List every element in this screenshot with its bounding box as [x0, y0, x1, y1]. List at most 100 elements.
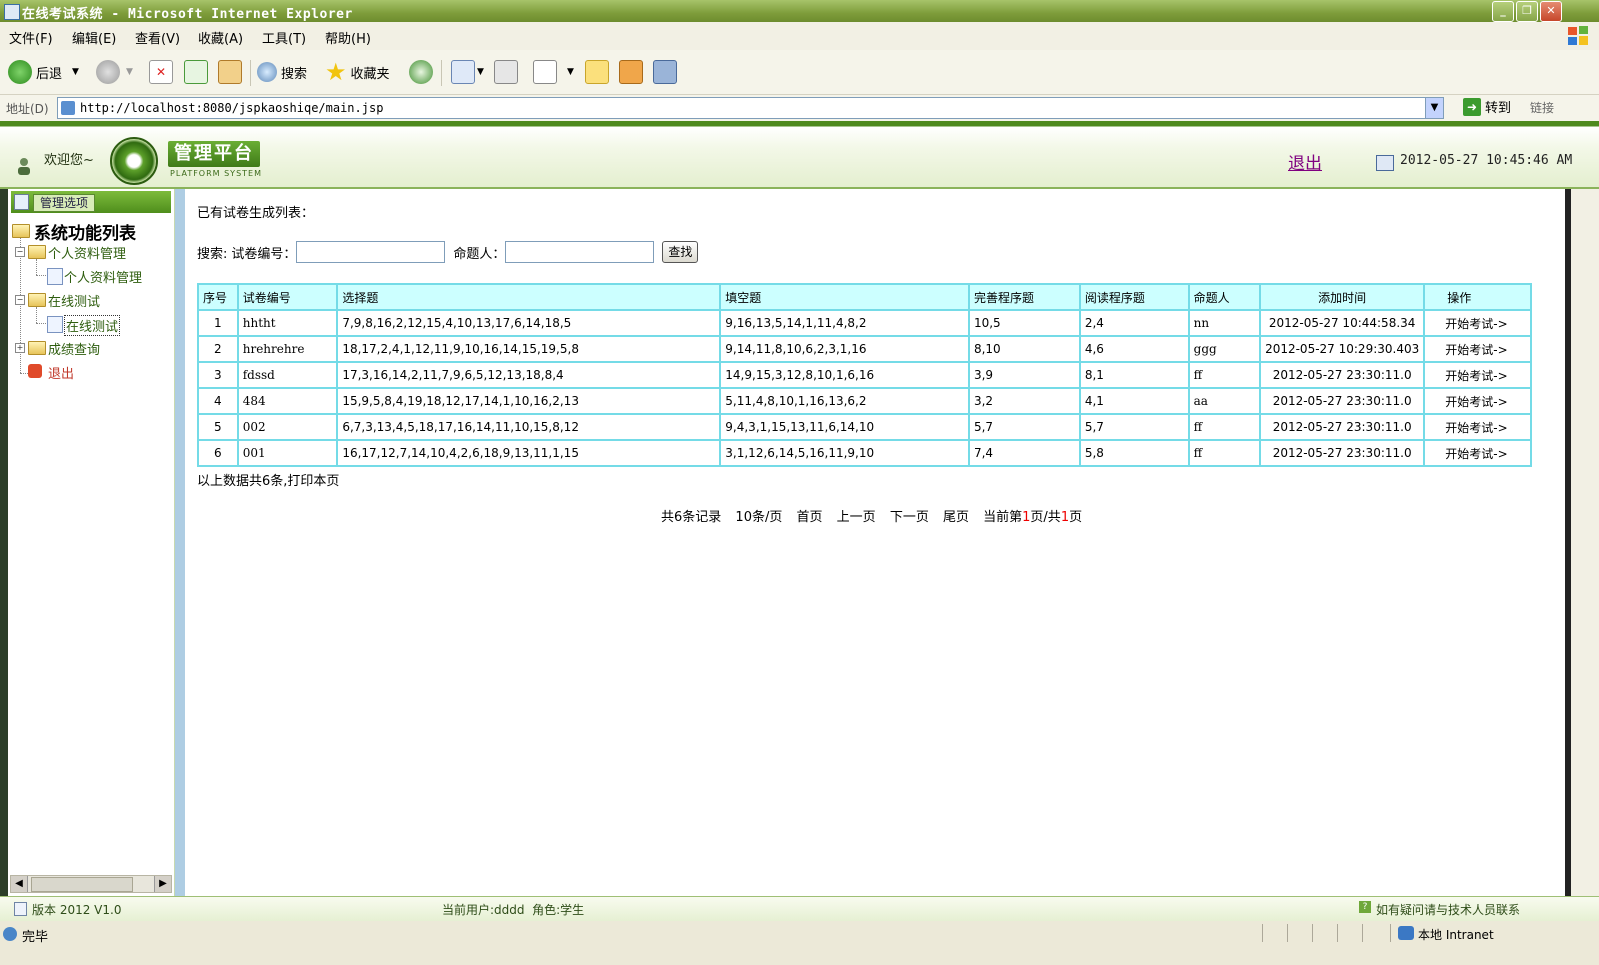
table-cell: 3,9 [967, 361, 1081, 389]
per-page: 10条/页 [735, 510, 783, 525]
stop-button[interactable]: ✕ [149, 58, 173, 86]
address-input[interactable]: http://localhost:8080/jspkaoshiqe/main.j… [57, 97, 1444, 119]
author-input[interactable] [505, 241, 655, 263]
table-cell: 8,1 [1078, 361, 1190, 389]
refresh-button[interactable] [184, 58, 208, 86]
go-button[interactable]: ➜ 转到 [1463, 97, 1511, 116]
expand-icon[interactable]: + [15, 343, 25, 353]
table-cell: 10,5 [967, 309, 1081, 337]
ie-page-icon [4, 4, 20, 20]
tree-item-online-test-active[interactable]: 在线测试 [64, 315, 121, 336]
toolbar-separator [250, 60, 251, 86]
tree-line [36, 275, 46, 276]
back-button[interactable]: 后退 ▼ [8, 58, 79, 86]
mail-button[interactable]: ▼ [451, 58, 484, 86]
address-url[interactable]: http://localhost:8080/jspkaoshiqe/main.j… [80, 101, 383, 115]
tree-item-online-test[interactable]: 在线测试 [48, 291, 100, 310]
tree-item-profile[interactable]: 个人资料管理 [48, 243, 126, 262]
minimize-button[interactable]: _ [1492, 1, 1514, 22]
menu-tools[interactable]: 工具(T) [262, 28, 306, 47]
table-cell: 4,1 [1078, 387, 1190, 415]
welcome-text: 欢迎您~ [44, 153, 94, 168]
start-exam-link[interactable]: 开始考试-> [1423, 335, 1532, 363]
table-cell: ff [1187, 361, 1262, 389]
menu-favorites[interactable]: 收藏(A) [198, 28, 243, 47]
table-cell: 18,17,2,4,1,12,11,9,10,16,14,15,19,5,8 [336, 335, 722, 363]
table-cell: 002 [236, 413, 339, 441]
table-row: 3 fdssd 17,3,16,14,2,11,7,9,6,5,12,13,18,8… [197, 361, 1532, 389]
history-button[interactable] [409, 58, 433, 86]
start-exam-link[interactable]: 开始考试-> [1423, 387, 1532, 415]
status-separator [1390, 924, 1391, 942]
table-cell: 2012-05-27 23:30:11.0 [1259, 413, 1426, 441]
current-suffix: 页 [1069, 510, 1083, 525]
research-button[interactable] [619, 58, 643, 86]
forward-dropdown-icon[interactable]: ▼ [126, 67, 133, 77]
table-cell: 8,10 [967, 335, 1081, 363]
table-cell: 5,11,4,8,10,1,16,13,6,2 [719, 387, 970, 415]
address-dropdown-icon[interactable]: ▼ [1425, 98, 1443, 118]
find-button[interactable]: 查找 [662, 241, 699, 263]
next-page-link[interactable]: 下一页 [890, 510, 929, 525]
sidebar: 管理选项 系统功能列表 − 个人资料管理 个人资料管理 − 在线测试 在线测试 … [8, 189, 175, 896]
scroll-right-icon[interactable]: ▶ [154, 876, 171, 892]
start-exam-link[interactable]: 开始考试-> [1423, 309, 1532, 337]
home-button[interactable] [218, 58, 242, 86]
table-cell: 001 [236, 439, 339, 467]
scroll-thumb[interactable] [31, 877, 133, 892]
search-icon [257, 62, 277, 82]
table-cell: 3,2 [967, 387, 1081, 415]
edit-button[interactable]: ▼ [533, 58, 574, 86]
prev-page-link[interactable]: 上一页 [837, 510, 876, 525]
collapse-icon[interactable]: − [15, 295, 25, 305]
sidebar-tab[interactable]: 管理选项 [11, 191, 171, 213]
sidebar-horizontal-scrollbar[interactable]: ◀ ▶ [10, 875, 172, 893]
first-page-link[interactable]: 首页 [797, 510, 823, 525]
frame-divider[interactable] [175, 189, 185, 896]
menu-view[interactable]: 查看(V) [135, 28, 180, 47]
messenger-button[interactable] [653, 58, 677, 86]
sidebar-tab-label: 管理选项 [33, 194, 96, 212]
main-content: 已有试卷生成列表： 搜索: 试卷编号： 命题人： 查找 序号 试卷编号 选择题 … [185, 189, 1565, 896]
start-exam-link[interactable]: 开始考试-> [1423, 413, 1532, 441]
paper-id-input[interactable] [296, 241, 446, 263]
intranet-zone-icon [1398, 926, 1414, 940]
restore-button[interactable]: ❐ [1516, 1, 1538, 22]
close-button[interactable]: ✕ [1540, 1, 1562, 22]
document-edit-icon [47, 316, 63, 333]
favorites-button[interactable]: ★ 收藏夹 [325, 58, 390, 86]
print-button[interactable] [494, 58, 518, 86]
sidebar-title: 系统功能列表 [34, 224, 136, 244]
scroll-left-icon[interactable]: ◀ [11, 876, 28, 892]
note-icon [585, 60, 609, 84]
status-separator [1337, 924, 1338, 942]
table-cell: 484 [236, 387, 339, 415]
discuss-button[interactable] [585, 58, 609, 86]
tree-item-profile-manage[interactable]: 个人资料管理 [64, 267, 142, 286]
table-row: 1 hhtht 7,9,8,16,2,12,15,4,10,13,17,6,14,1… [197, 309, 1532, 337]
table-cell: 4,6 [1078, 335, 1190, 363]
last-page-link[interactable]: 尾页 [943, 510, 969, 525]
windows-logo-icon [1568, 26, 1588, 45]
table-cell: 7,4 [967, 439, 1081, 467]
start-exam-link[interactable]: 开始考试-> [1423, 439, 1532, 467]
search-button[interactable]: 搜索 [257, 58, 307, 86]
menu-file[interactable]: 文件(F) [9, 28, 53, 47]
home-icon [218, 60, 242, 84]
tree-item-exit[interactable]: 退出 [48, 363, 74, 382]
menu-edit[interactable]: 编辑(E) [72, 28, 116, 47]
start-exam-link[interactable]: 开始考试-> [1423, 361, 1532, 389]
back-label: 后退 [36, 66, 63, 82]
column-header: 操作 [1423, 283, 1532, 311]
tree-item-score-query[interactable]: 成绩查询 [48, 339, 100, 358]
links-button[interactable]: 链接 [1530, 99, 1554, 116]
back-dropdown-icon[interactable]: ▼ [72, 67, 79, 77]
status-separator [1262, 924, 1263, 942]
table-cell: 7,9,8,16,2,12,15,4,10,13,17,6,14,18,5 [336, 309, 722, 337]
collapse-icon[interactable]: − [15, 247, 25, 257]
browser-toolbar: 后退 ▼ ▼ ✕ 搜索 ★ 收藏夹 ▼ ▼ [0, 50, 1599, 95]
logout-link[interactable]: 退出 [1288, 149, 1322, 174]
current-user-text: 当前用户:dddd 角色:学生 [442, 903, 585, 917]
menu-help[interactable]: 帮助(H) [325, 28, 371, 47]
forward-button[interactable]: ▼ [96, 58, 133, 86]
